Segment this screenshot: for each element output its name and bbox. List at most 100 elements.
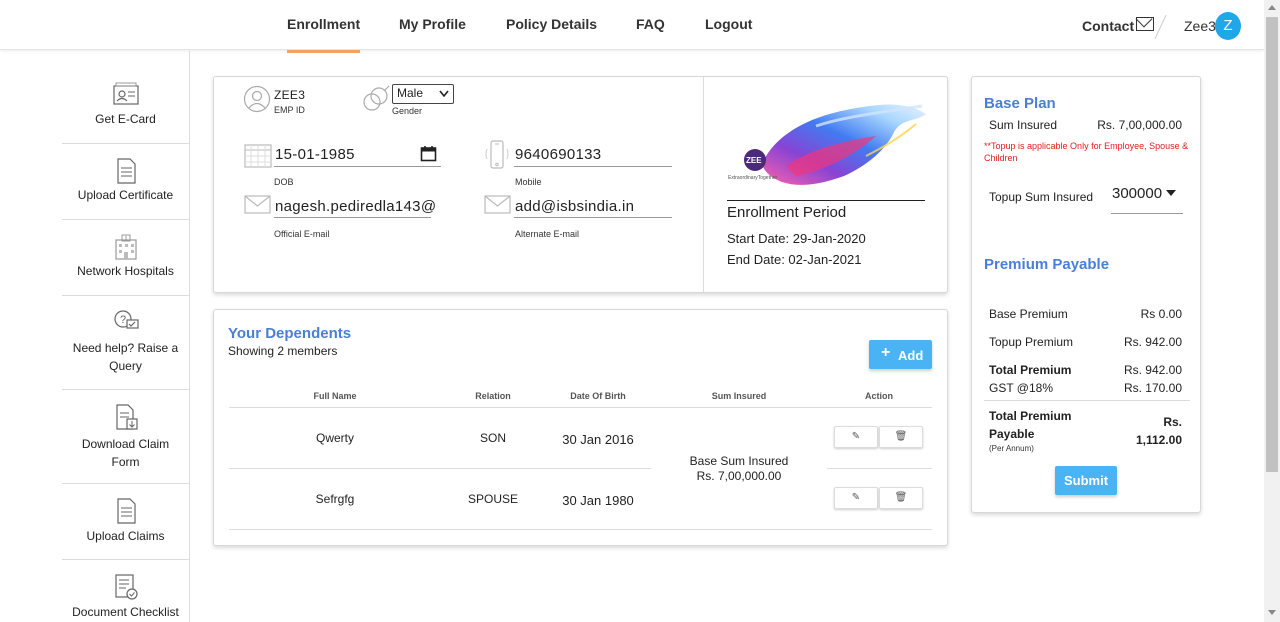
payable-label-1: Total Premium <box>989 409 1072 423</box>
sidebar-item-get-ecard[interactable]: Get E-Card <box>62 51 189 144</box>
date-picker-icon[interactable] <box>420 145 437 162</box>
user-name[interactable]: Zee3 <box>1184 18 1216 34</box>
sidebar-item-document-checklist[interactable]: Document Checklist <box>62 560 189 622</box>
certificate-icon <box>116 158 136 184</box>
sidebar-item-label: Get E-Card <box>95 112 156 126</box>
dependent-dob: 30 Jan 1980 <box>562 493 634 508</box>
pencil-icon: ✎ <box>851 431 861 442</box>
col-sum-insured: Sum Insured <box>711 391 767 401</box>
contact-link[interactable]: Contact <box>1082 18 1134 34</box>
topup-premium-label: Topup Premium <box>989 335 1074 349</box>
alt-email-field[interactable]: add@isbsindia.in <box>515 198 634 215</box>
sidebar-item-label: Upload Claims <box>86 529 165 543</box>
gender-label: Gender <box>392 106 423 116</box>
dob-label: DOB <box>274 177 294 187</box>
topup-premium-value: Rs. 942.00 <box>1123 335 1182 349</box>
sidebar-item-network-hospitals[interactable]: Network Hospitals <box>62 220 189 296</box>
topup-value: 300000 <box>1112 185 1163 202</box>
plus-icon: + <box>881 344 891 361</box>
sum-insured-value: Rs. 7,00,000.00 <box>1097 118 1182 132</box>
edit-button[interactable]: ✎ <box>834 426 878 448</box>
table-header-divider <box>229 407 932 408</box>
emp-name: ZEE3 <box>274 88 306 102</box>
col-action: Action <box>865 391 893 401</box>
zee-logo: ZEE ExtraordinaryTogether <box>728 104 926 185</box>
payable-label-2: Payable <box>989 427 1035 441</box>
dependents-count: Showing 2 members <box>228 344 338 358</box>
emp-id-label: EMP ID <box>274 105 305 115</box>
sidebar-item-download-claim-form[interactable]: Download Claim Form <box>62 390 189 484</box>
pencil-icon: ✎ <box>851 492 861 503</box>
scroll-up-arrow-icon[interactable] <box>1268 5 1276 10</box>
topup-sum-insured-label: Topup Sum Insured <box>989 190 1094 204</box>
gender-select[interactable]: Male <box>392 84 454 104</box>
gender-icon <box>363 85 390 111</box>
checklist-icon <box>114 574 138 600</box>
add-dependent-button[interactable]: + Add <box>869 340 932 369</box>
topup-select[interactable]: 300000 <box>1111 184 1183 214</box>
calendar-icon <box>244 144 272 168</box>
sum-insured-label: Sum Insured <box>989 118 1058 132</box>
tab-enrollment[interactable]: Enrollment <box>287 16 361 53</box>
enrollment-divider <box>727 200 925 201</box>
row-divider <box>827 468 932 469</box>
col-relation: Relation <box>475 391 511 401</box>
sidebar-item-label: Download Claim Form <box>81 437 170 469</box>
sum-insured-label: Base Sum Insured <box>689 454 789 468</box>
page-scrollbar[interactable] <box>1264 0 1280 622</box>
dependent-name: Qwerty <box>315 431 355 445</box>
tab-my-profile[interactable]: My Profile <box>399 16 466 32</box>
delete-button[interactable]: 🗑 <box>879 426 923 448</box>
tab-logout[interactable]: Logout <box>705 16 752 32</box>
trash-icon: 🗑 <box>894 431 908 442</box>
chevron-down-icon <box>439 90 449 98</box>
dob-field[interactable]: 15-01-1985 <box>275 146 355 163</box>
dependent-dob: 30 Jan 2016 <box>562 432 634 447</box>
scroll-thumb[interactable] <box>1266 17 1278 472</box>
scroll-down-arrow-icon[interactable] <box>1268 610 1276 615</box>
hospital-icon <box>114 234 137 260</box>
dob-underline <box>274 166 441 167</box>
mobile-underline <box>514 166 672 167</box>
payable-sub: (Per Annum) <box>989 444 1034 453</box>
sidebar-item-label: Upload Certificate <box>77 188 174 202</box>
user-icon <box>243 85 271 113</box>
sidebar-item-label: Need help? Raise a Query <box>72 341 179 373</box>
mail-icon[interactable] <box>1136 17 1154 31</box>
dependents-title: Your Dependents <box>228 325 352 342</box>
caret-down-icon <box>1166 190 1176 196</box>
top-navbar: Enrollment My Profile Policy Details FAQ… <box>0 0 1264 53</box>
tab-faq[interactable]: FAQ <box>636 16 665 32</box>
dependent-relation: SON <box>479 431 507 445</box>
total-premium-label: Total Premium <box>989 363 1072 377</box>
mobile-field[interactable]: 9640690133 <box>515 146 601 163</box>
enrollment-start-date: Start Date: 29-Jan-2020 <box>727 231 866 246</box>
download-form-icon <box>115 404 138 430</box>
help-query-icon: ? <box>113 310 139 329</box>
alt-email-icon <box>484 195 511 214</box>
base-plan-title: Base Plan <box>984 95 1056 112</box>
edit-button[interactable]: ✎ <box>834 487 878 509</box>
table-bottom-divider <box>229 529 932 530</box>
sidebar-item-upload-certificate[interactable]: Upload Certificate <box>62 144 189 220</box>
tab-policy-details[interactable]: Policy Details <box>506 16 597 32</box>
payable-value-2: 1,112.00 <box>1135 433 1182 447</box>
premium-divider <box>984 400 1190 401</box>
submit-button[interactable]: Submit <box>1055 466 1117 495</box>
sidebar-item-upload-claims[interactable]: Upload Claims <box>62 484 189 560</box>
payable-value-1: Rs. <box>1163 415 1182 429</box>
official-email-field[interactable]: nagesh.pediredla143@ <box>275 198 436 215</box>
alt-email-underline <box>514 217 672 218</box>
divider <box>1154 15 1167 39</box>
avatar[interactable]: Z <box>1215 12 1241 40</box>
sidebar-item-raise-query[interactable]: ? Need help? Raise a Query <box>62 296 189 390</box>
id-card-icon <box>112 82 139 105</box>
dependent-name: Sefrgfg <box>315 492 355 506</box>
col-full-name: Full Name <box>313 391 357 401</box>
gst-label: GST @18% <box>989 381 1053 395</box>
sidebar-item-label: Document Checklist <box>72 605 179 619</box>
upload-claims-icon <box>116 498 136 524</box>
logo-text: ZEE <box>746 156 762 165</box>
card-divider <box>703 77 704 292</box>
delete-button[interactable]: 🗑 <box>879 487 923 509</box>
